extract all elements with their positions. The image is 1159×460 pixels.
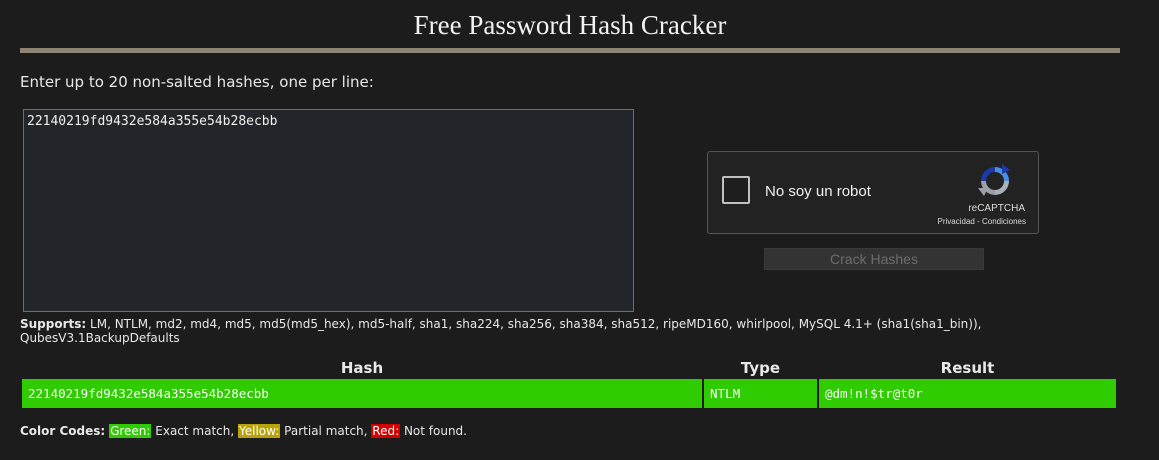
yellow-swatch: Yellow: xyxy=(238,424,281,438)
instructions-text: Enter up to 20 non-salted hashes, one pe… xyxy=(20,73,374,91)
recaptcha-brand: reCAPTCHA xyxy=(968,203,1025,214)
recaptcha-checkbox[interactable] xyxy=(722,176,750,204)
hash-cell: 22140219fd9432e584a355e54b28ecbb xyxy=(22,379,702,408)
crack-hashes-button[interactable]: Crack Hashes xyxy=(764,248,984,270)
result-column-header: Result xyxy=(940,359,995,377)
hash-column-header: Hash xyxy=(340,359,384,377)
yellow-description: Partial match, xyxy=(280,424,372,438)
type-column-header: Type xyxy=(740,359,781,377)
recaptcha-widget: No soy un robot reCAPTCHA Privacidad - C… xyxy=(707,151,1039,234)
results-table: Hash Type Result 22140219fd9432e584a355e… xyxy=(20,357,1118,410)
type-cell: NTLM xyxy=(704,379,817,408)
supports-label: Supports: xyxy=(20,317,87,331)
table-row: 22140219fd9432e584a355e54b28ecbb NTLM @d… xyxy=(22,379,1116,408)
supports-list: LM, NTLM, md2, md4, md5, md5(md5_hex), m… xyxy=(20,317,982,345)
recaptcha-privacy-links[interactable]: Privacidad - Condiciones xyxy=(938,217,1027,226)
color-codes-legend: Color Codes: Green: Exact match, Yellow:… xyxy=(20,424,467,438)
hashes-input[interactable]: 22140219fd9432e584a355e54b28ecbb xyxy=(23,109,634,312)
recaptcha-label: No soy un robot xyxy=(765,183,871,200)
page-title: Free Password Hash Cracker xyxy=(413,10,727,40)
result-cell: @dm!n!$tr@t0r xyxy=(819,379,1116,408)
recaptcha-logo-icon xyxy=(978,164,1010,196)
color-codes-label: Color Codes: xyxy=(20,424,106,438)
green-description: Exact match, xyxy=(151,424,239,438)
red-swatch: Red: xyxy=(371,424,401,438)
title-divider xyxy=(20,48,1120,53)
red-description: Not found. xyxy=(400,424,467,438)
green-swatch: Green: xyxy=(109,424,152,438)
page: Free Password Hash Cracker Enter up to 2… xyxy=(0,0,1159,460)
supports-text: Supports: LM, NTLM, md2, md4, md5, md5(m… xyxy=(20,317,1050,345)
